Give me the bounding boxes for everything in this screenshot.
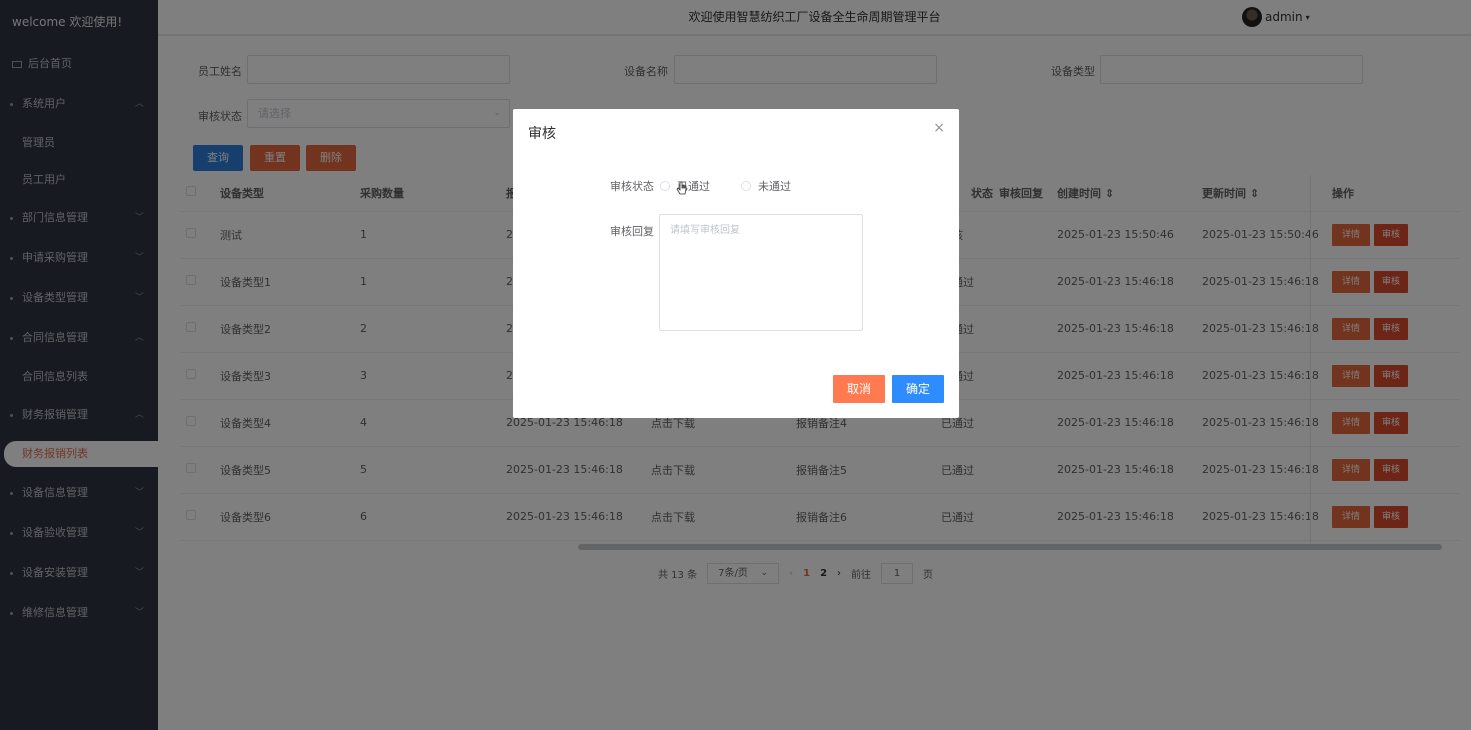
audit-reply-textarea[interactable]: 请填写审核回复 [659,214,863,331]
audit-dialog: 审核 × 审核状态 已通过 未通过 审核回复 请填写审核回复 取消 确定 [513,109,959,418]
radio-pass-circle[interactable] [660,181,670,191]
audit-status-field-label: 审核状态 [610,180,654,193]
audit-reply-field-label: 审核回复 [610,225,654,238]
dialog-title: 审核 [528,126,556,142]
cursor-icon [676,181,687,195]
radio-fail-circle[interactable] [741,181,751,191]
close-icon[interactable]: × [933,120,945,136]
cancel-button[interactable]: 取消 [833,375,886,403]
confirm-button[interactable]: 确定 [892,375,945,403]
radio-fail-label: 未通过 [758,180,791,193]
radio-fail[interactable]: 未通过 [741,178,791,194]
